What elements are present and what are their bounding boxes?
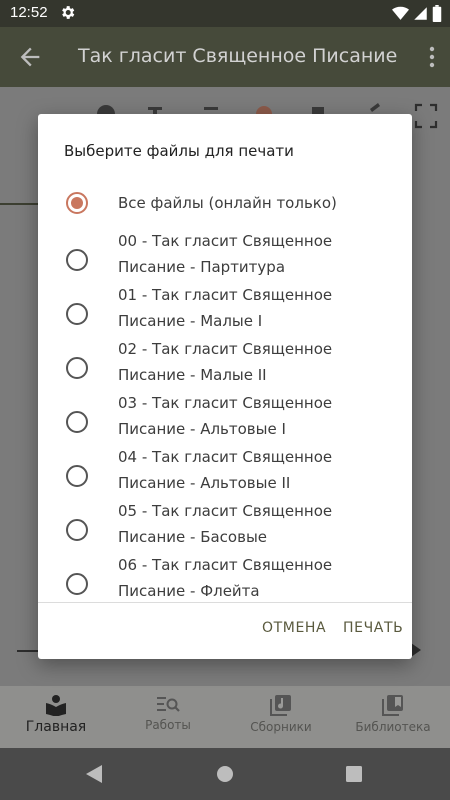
play-arrow-icon[interactable] <box>411 643 421 657</box>
gear-icon <box>62 6 75 19</box>
system-navigation-bar <box>0 748 450 800</box>
recents-square-icon[interactable] <box>346 766 362 782</box>
book-reader-icon <box>46 695 66 716</box>
print-files-dialog: Выберите файлы для печати Все файлы (онл… <box>38 114 412 659</box>
option-label: Все файлы (онлайн только) <box>118 194 337 212</box>
nav-label-collections: Сборники <box>250 720 312 734</box>
back-triangle-icon[interactable] <box>86 765 102 783</box>
option-label: 00 - Так гласит Священное Писание - Парт… <box>118 232 333 276</box>
nav-label-works: Работы <box>145 718 191 732</box>
arrow-back-icon[interactable] <box>16 43 44 71</box>
print-button[interactable]: ПЕЧАТЬ <box>343 620 403 636</box>
nav-label-home: Главная <box>25 719 87 735</box>
radio-button[interactable] <box>66 357 88 379</box>
dialog-divider <box>38 602 412 603</box>
file-options-list[interactable]: Все файлы (онлайн только) 00 - Так гласи… <box>38 176 412 602</box>
nav-item-home[interactable]: Главная <box>18 686 94 748</box>
radio-button[interactable] <box>66 573 88 595</box>
radio-button[interactable] <box>66 303 88 325</box>
bottom-navigation: Главная Работы Сборники Библиотека <box>0 686 450 748</box>
option-label: 02 - Так гласит Священное Писание - Малы… <box>118 340 333 384</box>
music-library-icon <box>270 695 291 716</box>
more-vert-icon[interactable] <box>428 45 436 69</box>
option-label: 01 - Так гласит Священное Писание - Малы… <box>118 286 333 330</box>
app-bar: Так гласит Священное Писание <box>0 27 450 87</box>
radio-button[interactable] <box>66 411 88 433</box>
battery-icon <box>432 5 442 22</box>
radio-button[interactable] <box>66 192 88 214</box>
nav-label-library: Библиотека <box>355 720 431 734</box>
nav-item-collections[interactable]: Сборники <box>244 686 318 748</box>
nav-item-works[interactable]: Работы <box>134 686 202 748</box>
dialog-title: Выберите файлы для печати <box>64 142 294 160</box>
radio-button[interactable] <box>66 249 88 271</box>
search-list-icon <box>157 697 180 712</box>
content-divider <box>0 203 38 205</box>
option-label: 05 - Так гласит Священное Писание - Басо… <box>118 502 333 546</box>
home-circle-icon[interactable] <box>216 765 234 783</box>
status-icons <box>392 5 442 22</box>
option-label: 03 - Так гласит Священное Писание - Альт… <box>118 394 333 438</box>
wifi-icon <box>392 6 409 20</box>
status-time: 12:52 <box>10 4 48 21</box>
option-label: 04 - Так гласит Священное Писание - Альт… <box>118 448 333 492</box>
option-label: 06 - Так гласит Священное Писание - Флей… <box>118 556 333 600</box>
page-title: Так гласит Священное Писание <box>78 45 398 67</box>
library-icon <box>382 695 403 716</box>
cancel-button[interactable]: ОТМЕНА <box>262 620 326 636</box>
nav-item-library[interactable]: Библиотека <box>354 686 432 748</box>
signal-icon <box>414 7 427 20</box>
radio-button[interactable] <box>66 519 88 541</box>
radio-button[interactable] <box>66 465 88 487</box>
status-bar: 12:52 <box>0 0 450 27</box>
